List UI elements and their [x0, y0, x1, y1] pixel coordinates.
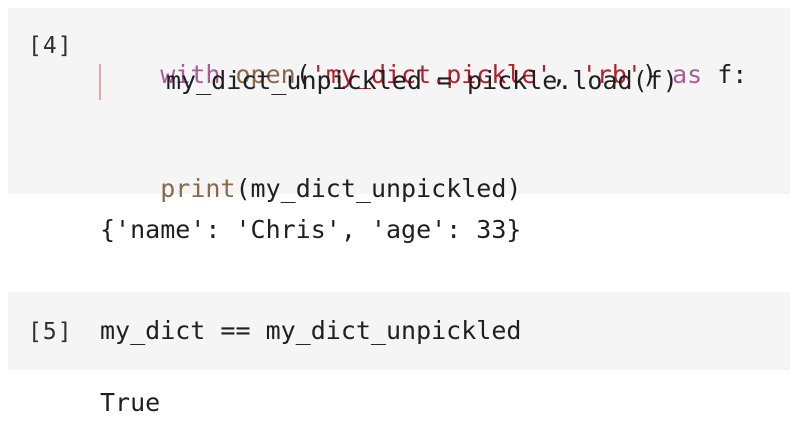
cell-4-output: {'name': 'Chris', 'age': 33}: [100, 215, 522, 244]
code-cell-4[interactable]: [4] with open('my_dict.pickle', 'rb') as…: [0, 0, 790, 278]
cell-4-prompt: [4]: [28, 33, 73, 59]
cell-4-code-line-2: my_dict_unpickled = pickle.load(f): [166, 66, 678, 95]
target-var: f:: [717, 60, 748, 89]
code-cell-5[interactable]: [5] my_dict == my_dict_unpickled True: [0, 278, 790, 434]
indent-guide: [99, 64, 101, 100]
cell-5-output: True: [100, 388, 161, 417]
cell-5-code-line-1: my_dict == my_dict_unpickled: [100, 316, 522, 345]
builtin-print: print: [160, 174, 236, 203]
print-args: (my_dict_unpickled): [235, 174, 522, 203]
cell-5-prompt: [5]: [28, 319, 73, 345]
